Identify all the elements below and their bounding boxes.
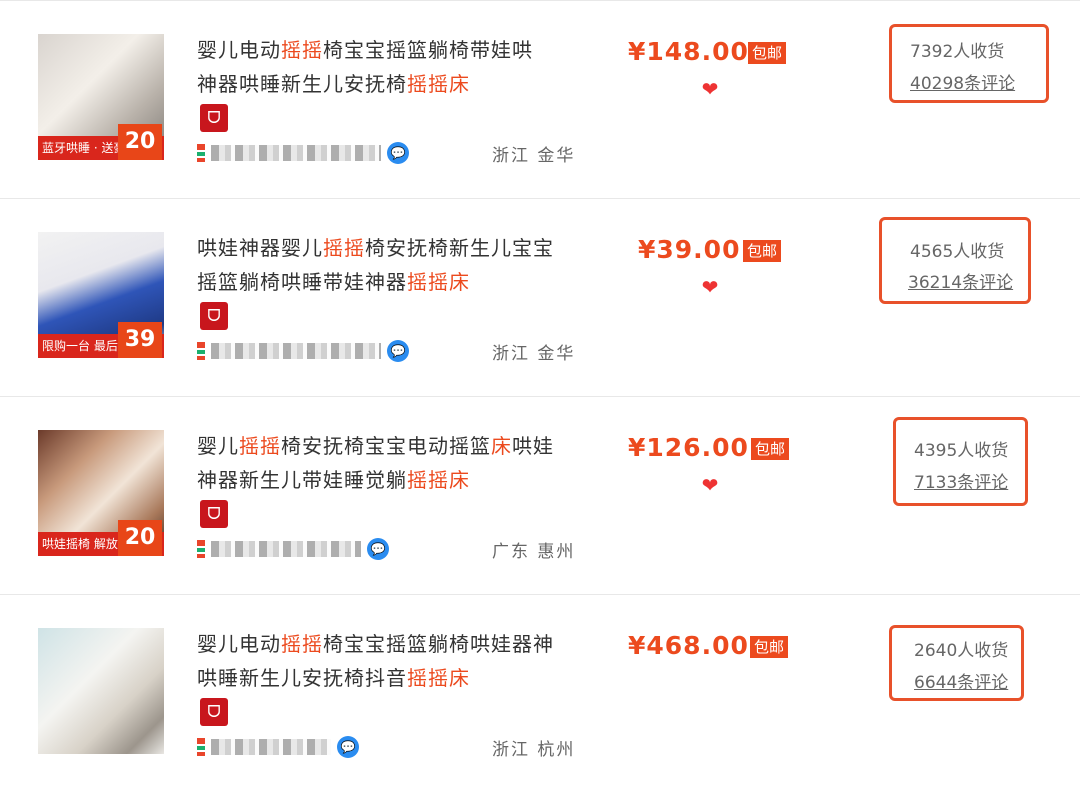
wangwang-chat-icon[interactable]: 💬 bbox=[387, 340, 409, 362]
shop-name[interactable]: 💬 bbox=[197, 340, 409, 362]
price: ¥39.00 bbox=[638, 235, 741, 264]
product-title[interactable]: 婴儿摇摇椅安抚椅宝宝电动摇篮床哄娃 神器新生儿带娃睡觉躺摇摇床 bbox=[197, 429, 577, 497]
review-count-link[interactable]: 7133条评论 bbox=[914, 468, 1008, 493]
shop-level-icon bbox=[197, 144, 205, 162]
free-shipping-badge: 包邮 bbox=[750, 636, 789, 658]
product-image bbox=[38, 628, 164, 754]
shop-name[interactable]: 💬 bbox=[197, 142, 409, 164]
heart-badge-icon: ❤ bbox=[701, 77, 719, 101]
product-row[interactable]: 哄娃摇椅 解放双手 20 婴儿摇摇椅安抚椅宝宝电动摇篮床哄娃 神器新生儿带娃睡觉… bbox=[0, 396, 1080, 593]
tmall-badge-icon[interactable]: ᗜ bbox=[200, 302, 228, 330]
price: ¥148.00 bbox=[628, 37, 749, 66]
product-title[interactable]: 婴儿电动摇摇椅宝宝摇篮躺椅带娃哄 神器哄睡新生儿安抚椅摇摇床 bbox=[197, 33, 577, 101]
shop-name-blurred bbox=[211, 145, 381, 161]
thumb-tag: 20 bbox=[118, 124, 162, 160]
tmall-badge-icon[interactable]: ᗜ bbox=[200, 104, 228, 132]
shop-level-icon bbox=[197, 342, 205, 360]
heart-badge-icon: ❤ bbox=[701, 473, 719, 497]
product-title[interactable]: 婴儿电动摇摇椅宝宝摇篮躺椅哄娃器神 哄睡新生儿安抚椅抖音摇摇床 bbox=[197, 627, 577, 695]
product-row[interactable]: 婴儿电动摇摇椅宝宝摇篮躺椅哄娃器神 哄睡新生儿安抚椅抖音摇摇床 ᗜ 💬 浙江 杭… bbox=[0, 594, 1080, 791]
tmall-badge-icon[interactable]: ᗜ bbox=[200, 500, 228, 528]
sales-stats-highlight: 7392人收货 40298条评论 bbox=[889, 24, 1049, 103]
heart-badge-icon: ❤ bbox=[701, 275, 719, 299]
location: 广东 惠州 bbox=[492, 542, 576, 562]
product-thumbnail[interactable] bbox=[38, 628, 164, 754]
free-shipping-badge: 包邮 bbox=[748, 42, 787, 64]
review-count-link[interactable]: 40298条评论 bbox=[910, 69, 1015, 94]
product-list: 蓝牙哄睡 · 送豪礼 20 婴儿电动摇摇椅宝宝摇篮躺椅带娃哄 神器哄睡新生儿安抚… bbox=[0, 0, 1080, 785]
wangwang-chat-icon[interactable]: 💬 bbox=[367, 538, 389, 560]
sold-count: 2640人收货 bbox=[914, 641, 1009, 661]
price: ¥126.00 bbox=[628, 433, 749, 462]
shop-name-blurred bbox=[211, 343, 381, 359]
sold-count: 7392人收货 bbox=[910, 42, 1005, 62]
tmall-badge-icon[interactable]: ᗜ bbox=[200, 698, 228, 726]
product-row[interactable]: 蓝牙哄睡 · 送豪礼 20 婴儿电动摇摇椅宝宝摇篮躺椅带娃哄 神器哄睡新生儿安抚… bbox=[0, 0, 1080, 197]
review-count-link[interactable]: 6644条评论 bbox=[914, 668, 1008, 693]
sales-stats-highlight: 4395人收货 7133条评论 bbox=[893, 417, 1028, 506]
sales-stats-highlight: 4565人收货 36214条评论 bbox=[879, 217, 1031, 304]
location: 浙江 金华 bbox=[492, 146, 576, 166]
thumb-tag: 20 bbox=[118, 520, 162, 556]
location: 浙江 金华 bbox=[492, 344, 576, 364]
shop-name-blurred bbox=[211, 739, 331, 755]
shop-level-icon bbox=[197, 738, 205, 756]
product-thumbnail[interactable]: 限购一台 最后三天 39 bbox=[38, 232, 164, 358]
price: ¥468.00 bbox=[628, 631, 749, 660]
sales-stats-highlight: 2640人收货 6644条评论 bbox=[889, 625, 1024, 701]
free-shipping-badge: 包邮 bbox=[751, 438, 790, 460]
wangwang-chat-icon[interactable]: 💬 bbox=[337, 736, 359, 758]
sold-count: 4395人收货 bbox=[914, 441, 1009, 461]
location: 浙江 杭州 bbox=[492, 740, 576, 760]
shop-name-blurred bbox=[211, 541, 361, 557]
wangwang-chat-icon[interactable]: 💬 bbox=[387, 142, 409, 164]
product-thumbnail[interactable]: 蓝牙哄睡 · 送豪礼 20 bbox=[38, 34, 164, 160]
sold-count: 4565人收货 bbox=[910, 242, 1005, 262]
thumb-tag: 39 bbox=[118, 322, 162, 358]
product-title[interactable]: 哄娃神器婴儿摇摇椅安抚椅新生儿宝宝 摇篮躺椅哄睡带娃神器摇摇床 bbox=[197, 231, 577, 299]
shop-level-icon bbox=[197, 540, 205, 558]
shop-name[interactable]: 💬 bbox=[197, 736, 359, 758]
product-row[interactable]: 限购一台 最后三天 39 哄娃神器婴儿摇摇椅安抚椅新生儿宝宝 摇篮躺椅哄睡带娃神… bbox=[0, 198, 1080, 395]
product-thumbnail[interactable]: 哄娃摇椅 解放双手 20 bbox=[38, 430, 164, 556]
review-count-link[interactable]: 36214条评论 bbox=[908, 268, 1013, 293]
shop-name[interactable]: 💬 bbox=[197, 538, 389, 560]
free-shipping-badge: 包邮 bbox=[743, 240, 782, 262]
